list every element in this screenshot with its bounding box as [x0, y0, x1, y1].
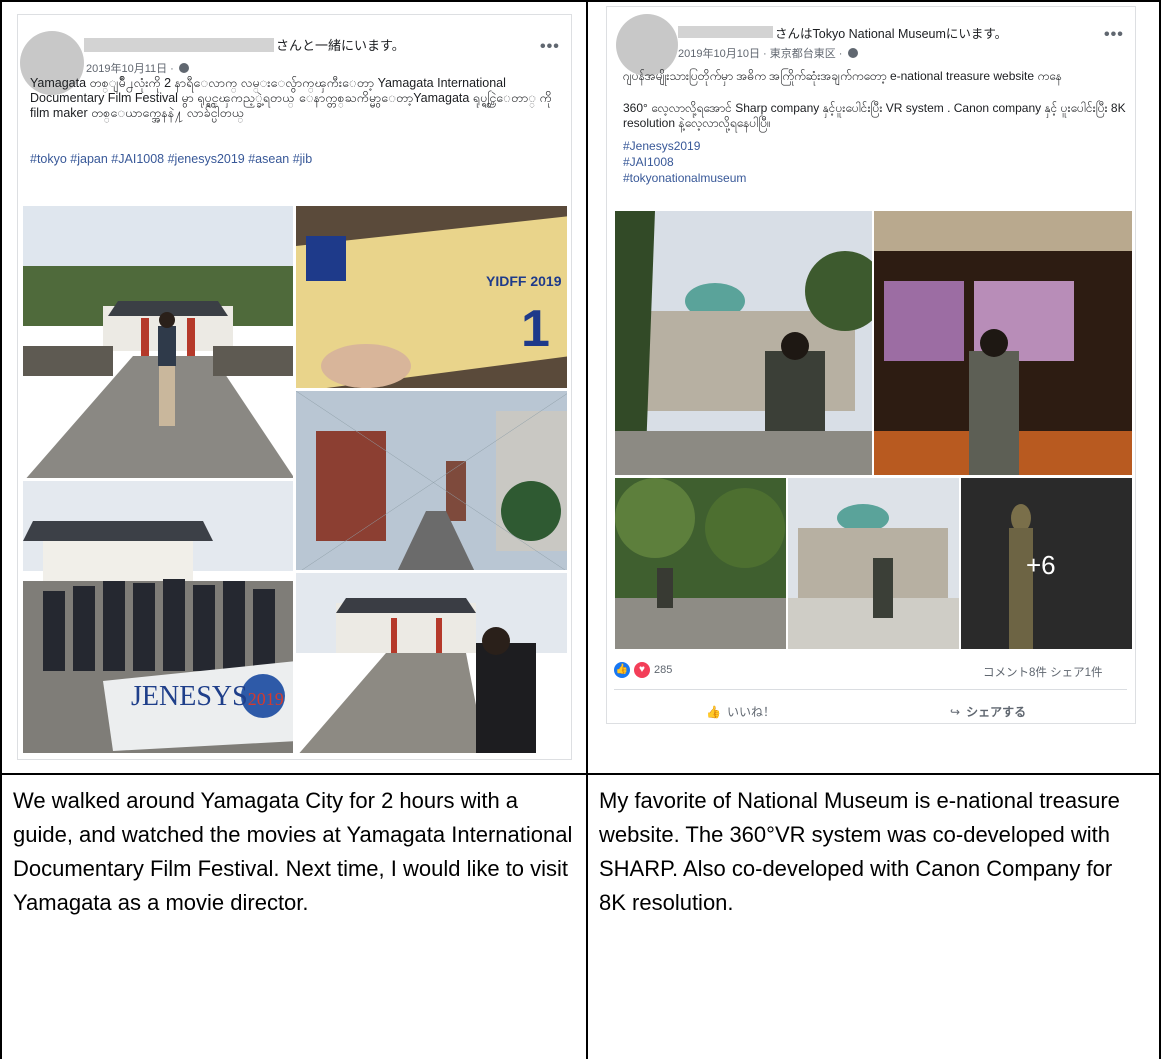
share-button[interactable]: ↪ シェアする	[950, 703, 1026, 720]
photo-woman-museum-front[interactable]	[786, 476, 961, 651]
reaction-count: 285	[654, 664, 673, 676]
left-post-hashtags[interactable]: #tokyo #japan #JAI1008 #jenesys2019 #ase…	[30, 152, 560, 167]
like-button[interactable]: 👍 いいね！	[706, 703, 775, 720]
reaction-icons[interactable]: 👍 ♥ 285	[614, 662, 672, 678]
photo-festival-ticket-image: YIDFF 2019 1	[296, 206, 567, 388]
banner-text-word: JENESYS	[131, 681, 248, 712]
ticket-number: 1	[521, 300, 550, 358]
photo-museum-exterior-image	[615, 211, 872, 475]
globe-icon	[178, 63, 189, 73]
left-post-name-redacted	[84, 38, 274, 52]
photo-bridge-gate[interactable]	[21, 204, 295, 480]
photo-museum-kimono-image	[874, 211, 1132, 475]
right-post-line1: ဂျပန်အမျိုးသားပြတိုက်မှာ အဓိက အကြိုက်ဆုံ…	[623, 69, 1062, 83]
table-border-row	[0, 773, 1161, 775]
photo-group-banner[interactable]: JENESYS2019	[21, 479, 295, 755]
photo-museum-exterior[interactable]	[613, 209, 874, 477]
photo-bridge-gate-image	[23, 206, 293, 478]
comments-shares-count[interactable]: コメント8件 シェア1件	[983, 664, 1103, 680]
left-post-body: Yamagata တစ္ျမိဳ႕လုံးကို 2 နာရီေလာက္ လမ္…	[30, 76, 552, 120]
right-post-date: 2019年10月10日 · 東京都台東区 ·	[678, 45, 858, 61]
photo-festival-ticket[interactable]: YIDFF 2019 1	[294, 204, 569, 390]
right-post-line2: 360° လေ့လာလို့ရအောင် Sharp company နှင့်…	[623, 101, 1126, 130]
right-post-tag-2[interactable]: #JAI1008	[623, 155, 674, 170]
photo-woman-camera[interactable]	[294, 571, 569, 755]
banner-text: JENESYS2019	[131, 681, 284, 713]
left-post-header: さんと一緒にいます。	[276, 38, 405, 53]
table-border-middle	[586, 0, 588, 1059]
ticket-label: YIDFF 2019	[486, 273, 562, 289]
left-caption: We walked around Yamagata City for 2 hou…	[13, 788, 573, 915]
photo-group-banner-image	[23, 481, 293, 753]
photo-woman-seated-trees-image	[615, 478, 786, 649]
photo-city-street-image	[296, 391, 567, 570]
share-arrow-icon: ↪	[950, 704, 961, 719]
share-button-label: シェアする	[966, 705, 1027, 719]
banner-text-year: 2019	[247, 689, 284, 709]
photo-woman-seated-trees[interactable]	[613, 476, 788, 651]
more-photos-count: +6	[1026, 550, 1056, 580]
left-post-date: 2019年10月11日 ·	[86, 60, 189, 76]
table-border-left	[0, 0, 2, 1059]
photo-museum-kimono[interactable]	[872, 209, 1134, 477]
photo-statue-more[interactable]: +6	[959, 476, 1134, 651]
right-post-date-text: 2019年10月10日 · 東京都台東区 ·	[678, 48, 843, 60]
right-post-avatar	[616, 14, 678, 76]
photo-woman-camera-image	[296, 573, 567, 753]
right-caption: My favorite of National Museum is e-nati…	[599, 788, 1120, 915]
love-reaction-icon: ♥	[634, 662, 650, 678]
right-post-more-icon[interactable]: •••	[1104, 26, 1124, 44]
photo-city-street[interactable]	[294, 389, 569, 572]
right-post-name-redacted	[678, 26, 773, 38]
right-post-tag-1[interactable]: #Jenesys2019	[623, 139, 700, 154]
globe-icon	[847, 48, 858, 58]
action-bar-divider	[614, 689, 1127, 690]
photo-woman-museum-front-image	[788, 478, 959, 649]
right-post-tag-3[interactable]: #tokyonationalmuseum	[623, 171, 746, 186]
right-post-header: さんはTokyo National Museumにいます。	[775, 27, 1008, 41]
like-button-label: いいね！	[726, 705, 775, 719]
like-reaction-icon: 👍	[614, 662, 630, 678]
left-post-more-icon[interactable]: •••	[540, 38, 560, 56]
left-post-date-text: 2019年10月11日 ·	[86, 63, 174, 75]
table-border-top	[0, 0, 1161, 2]
thumbs-up-icon: 👍	[706, 704, 721, 719]
